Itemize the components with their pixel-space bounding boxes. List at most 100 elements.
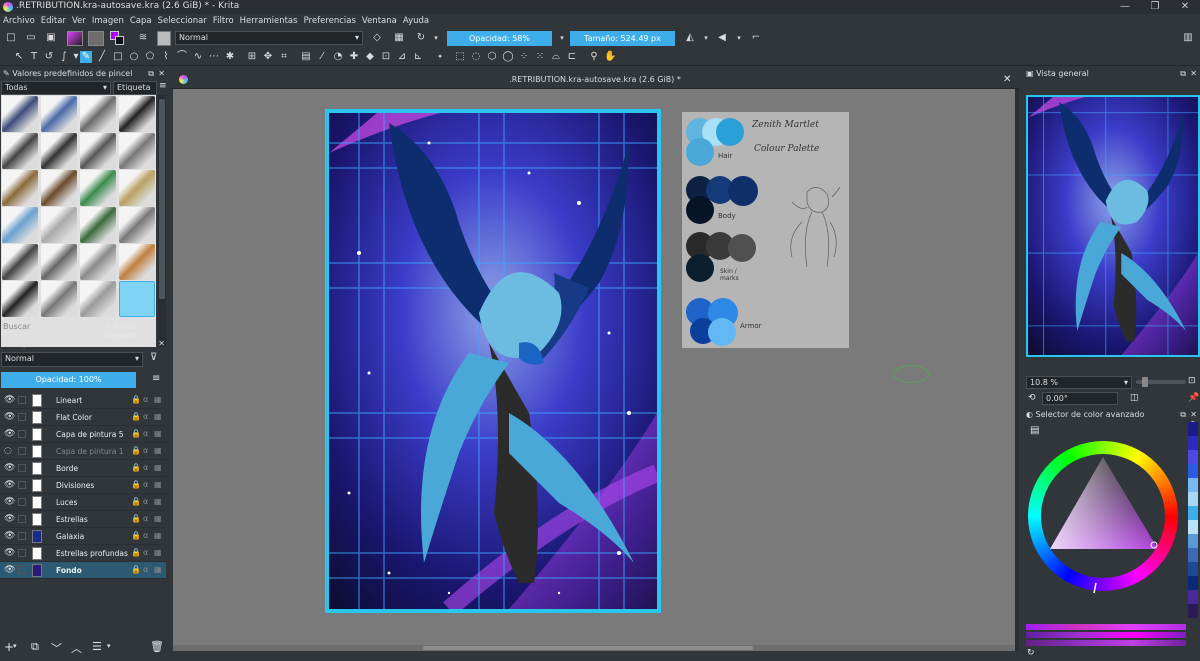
reload-preset-icon[interactable]: ↻ [415,32,427,44]
layer-row[interactable]: 👁 Estrellas 🔒 α ▦ [0,511,166,528]
brush-preset[interactable] [119,96,155,132]
float-docker-icon[interactable]: ⧉ [1180,69,1186,79]
brush-preset[interactable] [80,96,116,132]
menu-archivo[interactable]: Archivo [0,14,38,28]
layer-checkbox[interactable] [18,447,26,455]
brush-scrollbar[interactable] [158,95,166,347]
close-docker-icon[interactable]: ✕ [158,339,165,348]
rectangle-tool-icon[interactable]: □ [112,51,124,63]
maximize-button[interactable]: ❐ [1140,0,1170,14]
layer-row[interactable]: ◌ Capa de pintura 1 🔒 α ▦ [0,443,166,460]
chevron-down-icon[interactable]: ▾ [430,32,442,44]
magnetic-selection-icon[interactable]: ⊏ [566,51,578,63]
refresh-icon[interactable]: ↻ [1027,648,1035,658]
alpha-icon[interactable]: α [143,531,148,540]
lock-icon[interactable]: 🔒 [131,565,141,574]
reference-tool-icon[interactable]: ⬩ [434,51,446,63]
brush-preset[interactable] [80,281,116,317]
chevron-down-icon[interactable]: ▾ [107,642,111,650]
brush-search-input[interactable]: Buscar [1,322,99,334]
zoom-select[interactable]: 10.8 % ▾ [1026,376,1132,389]
menu-ayuda[interactable]: Ayuda [400,14,432,28]
inherit-alpha-icon[interactable]: ▦ [154,565,162,574]
calligraphy-icon[interactable]: ∫ [58,51,70,63]
lock-icon[interactable]: 🔒 [131,429,141,438]
alpha-icon[interactable]: α [143,395,148,404]
new-document-icon[interactable]: □ [5,32,17,44]
move-layer-down-icon[interactable]: ﹀ [51,640,62,656]
fill-tool-icon[interactable]: ◆ [364,51,376,63]
menu-icon[interactable]: ≡ [152,373,160,384]
brush-preset[interactable] [119,170,155,206]
brush-preset[interactable] [119,207,155,243]
alpha-icon[interactable]: α [143,565,148,574]
mirror-vertical-icon[interactable]: ◀ [716,32,728,44]
menu-seleccionar[interactable]: Seleccionar [155,14,210,28]
freehand-path-icon[interactable]: ∿ [192,51,204,63]
saturation-bar[interactable] [1026,632,1186,638]
document-tab-title[interactable]: .RETRIBUTION.kra-autosave.kra (2.6 GiB) … [171,75,1019,84]
inherit-alpha-icon[interactable]: ▦ [154,480,162,489]
close-docker-icon[interactable]: ✕ [158,69,165,78]
layer-checkbox[interactable] [18,413,26,421]
brush-preset[interactable] [2,170,38,206]
measure-tool-icon[interactable]: ⊾ [412,51,424,63]
layer-blend-mode-select[interactable]: Normal ▾ [1,352,143,367]
canvas-viewport[interactable]: Hair Zenith Martlet Colour Palette Body … [173,89,1015,651]
tag-button[interactable]: Etiqueta [113,81,157,95]
current-brush-preview[interactable] [157,31,171,46]
mirror-horizontal-icon[interactable]: ◭ [684,32,696,44]
alpha-icon[interactable]: α [143,446,148,455]
menu-capa[interactable]: Capa [127,14,155,28]
chevron-down-icon[interactable]: ▾ [556,32,568,44]
value-bar[interactable] [1026,640,1186,646]
inherit-alpha-icon[interactable]: ▦ [154,395,162,404]
inherit-alpha-icon[interactable]: ▦ [154,412,162,421]
lock-icon[interactable]: 🔒 [131,446,141,455]
layer-row[interactable]: 👁 Capa de pintura 5 🔒 α ▦ [0,426,166,443]
enclose-fill-icon[interactable]: ⊡ [380,51,392,63]
alpha-icon[interactable]: α [143,497,148,506]
rotation-input[interactable]: 0.00° [1042,392,1118,405]
opacity-slider[interactable]: Opacidad: 58% [447,31,552,46]
save-icon[interactable]: ▣ [45,32,57,44]
layer-row[interactable]: 👁 Galaxia 🔒 α ▦ [0,528,166,545]
layer-checkbox[interactable] [18,396,26,404]
close-window-button[interactable]: ✕ [1170,0,1200,14]
eye-icon[interactable]: 👁 [4,531,15,541]
layer-checkbox[interactable] [18,532,26,540]
eye-icon[interactable]: 👁 [4,480,15,490]
alpha-lock-icon[interactable]: ▦ [393,32,405,44]
inherit-alpha-icon[interactable]: ▦ [154,514,162,523]
brush-preset[interactable] [2,207,38,243]
layer-row[interactable]: 👁 Borde 🔒 α ▦ [0,460,166,477]
close-docker-icon[interactable]: ✕ [1190,410,1197,419]
layer-properties-icon[interactable]: ☰ [92,640,102,653]
menu-ver[interactable]: Ver [69,14,89,28]
layer-checkbox[interactable] [18,515,26,523]
eraser-icon[interactable]: ◇ [371,32,383,44]
alpha-icon[interactable]: α [143,412,148,421]
fg-bg-color-icon[interactable] [110,31,124,45]
multibrush-icon[interactable]: ✱ [224,51,236,63]
color-picker-icon[interactable]: ⁄ [316,51,328,63]
filter-icon[interactable]: ⊽ [150,352,157,363]
alpha-icon[interactable]: α [143,429,148,438]
filter-tag-checkbox[interactable]: ✓ Filtrar etiqueta [104,322,168,340]
brush-filter-select[interactable]: Todas ▾ [1,81,111,95]
zoom-tool-icon[interactable]: ⚲ [588,51,600,63]
chevron-down-icon[interactable]: ▾ [700,32,712,44]
brush-preset[interactable] [80,207,116,243]
menu-herramientas[interactable]: Herramientas [237,14,301,28]
colorize-mask-icon[interactable]: ◔ [332,51,344,63]
brush-preset[interactable] [41,281,77,317]
open-document-icon[interactable]: ▭ [25,32,37,44]
freehand-selection-icon[interactable]: ◯ [502,51,514,63]
lock-icon[interactable]: 🔒 [131,395,141,404]
pan-tool-icon[interactable]: ✋ [604,51,616,63]
hue-bar[interactable] [1026,624,1186,630]
line-tool-icon[interactable]: ╱ [96,51,108,63]
text-tool-icon[interactable]: T [28,51,40,63]
menu-editar[interactable]: Editar [38,14,69,28]
brush-preset[interactable] [2,281,38,317]
